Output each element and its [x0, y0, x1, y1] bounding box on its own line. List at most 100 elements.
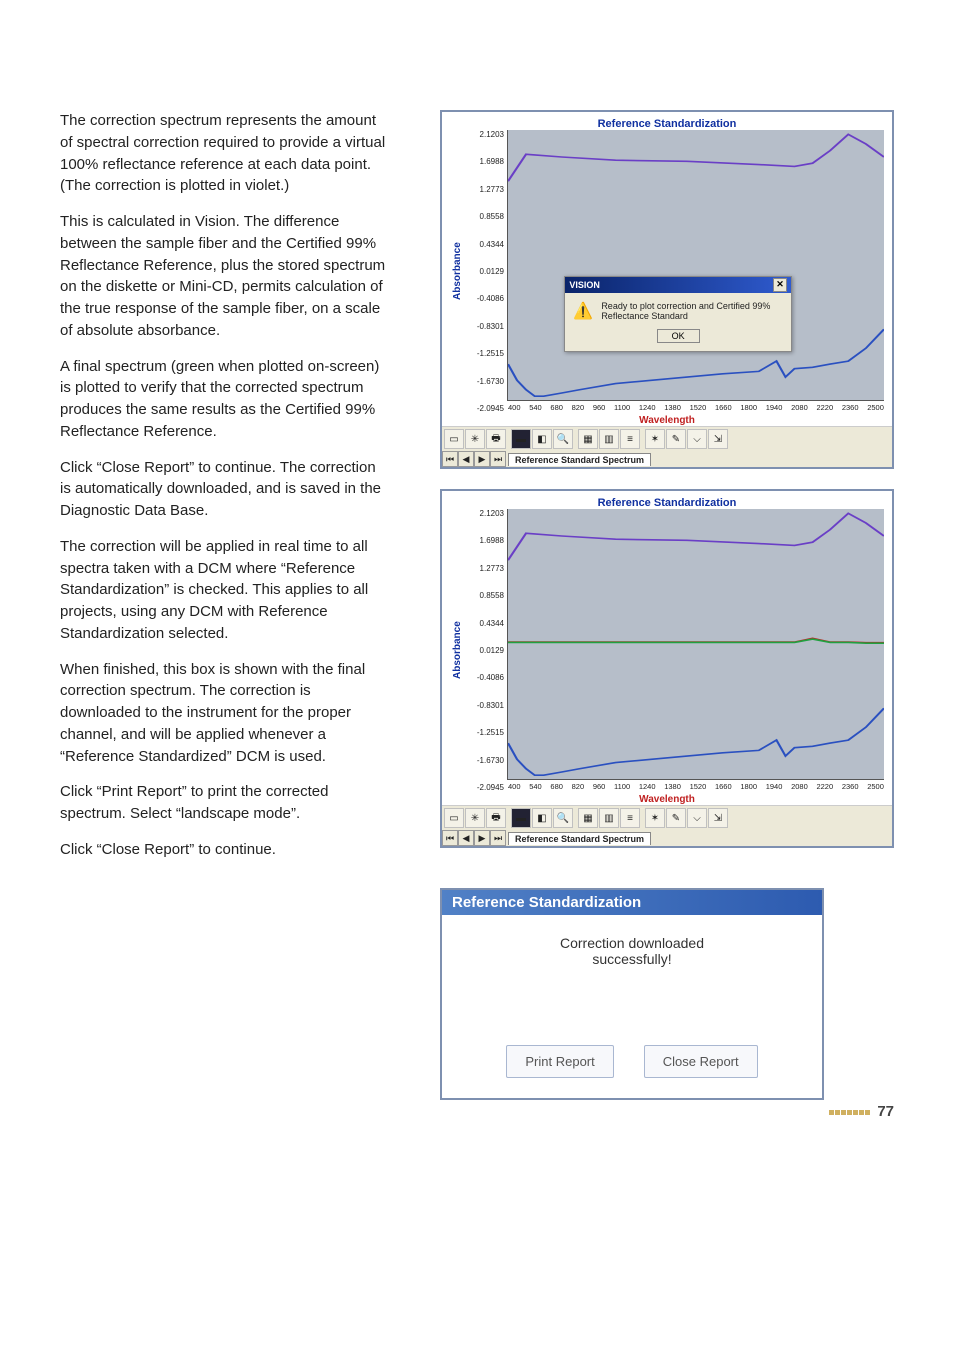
x-tick: 1380 [664, 782, 681, 791]
x-tick: 1380 [664, 403, 681, 412]
close-report-button[interactable]: Close Report [644, 1045, 758, 1078]
sheet-tab[interactable]: Reference Standard Spectrum [508, 453, 651, 466]
page-footer: 77 [829, 1102, 894, 1120]
x-tick: 540 [529, 403, 542, 412]
footer-dots-icon [829, 1102, 871, 1120]
marker-icon[interactable]: ✶ [645, 808, 665, 828]
tool-a-icon[interactable]: ✎ [666, 429, 686, 449]
x-tick: 1800 [740, 782, 757, 791]
print-icon[interactable]: 🖶 [486, 808, 506, 828]
x-tick: 2360 [842, 403, 859, 412]
snowflake-icon[interactable]: ✳ [465, 429, 485, 449]
y-tick: 0.0129 [468, 646, 504, 655]
last-sheet-button[interactable]: ⏭ [490, 830, 506, 846]
chart-title: Reference Standardization [450, 116, 884, 130]
x-tick: 1520 [690, 403, 707, 412]
y-tick: -1.6730 [468, 377, 504, 386]
x-tick: 400 [508, 782, 521, 791]
paragraph: Click “Print Report” to print the correc… [60, 781, 390, 825]
chart-toolbar: ▭ ✳ 🖶 ▬ ◧ 🔍 ▦ ▥ ≡ ✶ ✎ ⌵ ⇲ [442, 426, 892, 451]
lines-icon[interactable]: ≡ [620, 429, 640, 449]
status-line: Correction downloaded [560, 935, 704, 951]
y-tick: 0.4344 [468, 619, 504, 628]
paragraph: The correction spectrum represents the a… [60, 110, 390, 197]
x-tick: 960 [593, 782, 606, 791]
y-tick: 1.2773 [468, 564, 504, 573]
last-sheet-button[interactable]: ⏭ [490, 451, 506, 467]
contrast-icon[interactable]: ◧ [532, 429, 552, 449]
x-tick: 680 [550, 403, 563, 412]
x-tick: 820 [572, 782, 585, 791]
close-icon[interactable]: ✕ [773, 278, 787, 292]
x-tick: 1800 [740, 403, 757, 412]
figures-column: Reference Standardization Absorbance 2.1… [440, 110, 894, 1100]
x-ticks: 400 540 680 820 960 1100 1240 1380 1520 … [508, 782, 884, 791]
y-ticks: 2.1203 1.6988 1.2773 0.8558 0.4344 0.012… [465, 509, 507, 792]
bars-icon[interactable]: ▥ [599, 429, 619, 449]
paragraph: The correction will be applied in real t… [60, 536, 390, 645]
y-tick: 0.0129 [468, 267, 504, 276]
next-sheet-button[interactable]: ▶ [474, 830, 490, 846]
y-axis-label: Absorbance [450, 509, 465, 792]
page-container: The correction spectrum represents the a… [0, 0, 954, 1150]
y-tick: 2.1203 [468, 130, 504, 139]
y-ticks: 2.1203 1.6988 1.2773 0.8558 0.4344 0.012… [465, 130, 507, 413]
marker-icon[interactable]: ✶ [645, 429, 665, 449]
export-icon[interactable]: ⇲ [708, 808, 728, 828]
tool-b-icon[interactable]: ⌵ [687, 808, 707, 828]
y-axis-label: Absorbance [450, 130, 465, 413]
x-tick: 1100 [614, 403, 630, 412]
zoom-icon[interactable]: 🔍 [553, 808, 573, 828]
select-icon[interactable]: ▭ [444, 808, 464, 828]
chart-traces [508, 509, 884, 779]
prev-sheet-button[interactable]: ◀ [458, 830, 474, 846]
dialog-title: VISION [569, 280, 600, 290]
status-message: Correction downloaded successfully! [442, 915, 822, 1035]
spectrum-chart-2: Reference Standardization Absorbance 2.1… [440, 489, 894, 848]
select-icon[interactable]: ▭ [444, 429, 464, 449]
bars-icon[interactable]: ▥ [599, 808, 619, 828]
y-tick: -1.2515 [468, 349, 504, 358]
chart-area: 400 540 680 820 960 1100 1240 1380 1520 … [507, 509, 884, 780]
first-sheet-button[interactable]: ⏮ [442, 451, 458, 467]
sheet-tab[interactable]: Reference Standard Spectrum [508, 832, 651, 845]
y-tick: 0.4344 [468, 240, 504, 249]
y-tick: -1.2515 [468, 728, 504, 737]
snowflake-icon[interactable]: ✳ [465, 808, 485, 828]
paragraph: This is calculated in Vision. The differ… [60, 211, 390, 342]
grid-icon[interactable]: ▦ [578, 808, 598, 828]
chart-area: 400 540 680 820 960 1100 1240 1380 1520 … [507, 130, 884, 401]
next-sheet-button[interactable]: ▶ [474, 451, 490, 467]
export-icon[interactable]: ⇲ [708, 429, 728, 449]
dialog-message: Ready to plot correction and Certified 9… [601, 301, 783, 321]
y-tick: -0.8301 [468, 701, 504, 710]
print-report-button[interactable]: Print Report [506, 1045, 613, 1078]
x-tick: 2080 [791, 782, 808, 791]
prev-sheet-button[interactable]: ◀ [458, 451, 474, 467]
x-tick: 2500 [867, 403, 884, 412]
sheet-tab-row: ⏮ ◀ ▶ ⏭ Reference Standard Spectrum [442, 451, 892, 467]
status-panel: Reference Standardization Correction dow… [440, 888, 824, 1100]
chart-traces [508, 130, 884, 400]
grid-icon[interactable]: ▦ [578, 429, 598, 449]
first-sheet-button[interactable]: ⏮ [442, 830, 458, 846]
x-tick: 540 [529, 782, 542, 791]
paragraph: Click “Close Report” to continue. The co… [60, 457, 390, 522]
fill-icon[interactable]: ▬ [511, 808, 531, 828]
x-axis-label: Wavelength [450, 792, 884, 805]
tool-a-icon[interactable]: ✎ [666, 808, 686, 828]
zoom-icon[interactable]: 🔍 [553, 429, 573, 449]
tool-b-icon[interactable]: ⌵ [687, 429, 707, 449]
status-title: Reference Standardization [442, 890, 822, 915]
contrast-icon[interactable]: ◧ [532, 808, 552, 828]
x-tick: 400 [508, 403, 521, 412]
y-tick: -0.4086 [468, 294, 504, 303]
fill-icon[interactable]: ▬ [511, 429, 531, 449]
ok-button[interactable]: OK [657, 329, 700, 343]
lines-icon[interactable]: ≡ [620, 808, 640, 828]
chart-title: Reference Standardization [450, 495, 884, 509]
paragraph: Click “Close Report” to continue. [60, 839, 390, 861]
x-ticks: 400 540 680 820 960 1100 1240 1380 1520 … [508, 403, 884, 412]
x-tick: 2220 [816, 403, 833, 412]
print-icon[interactable]: 🖶 [486, 429, 506, 449]
